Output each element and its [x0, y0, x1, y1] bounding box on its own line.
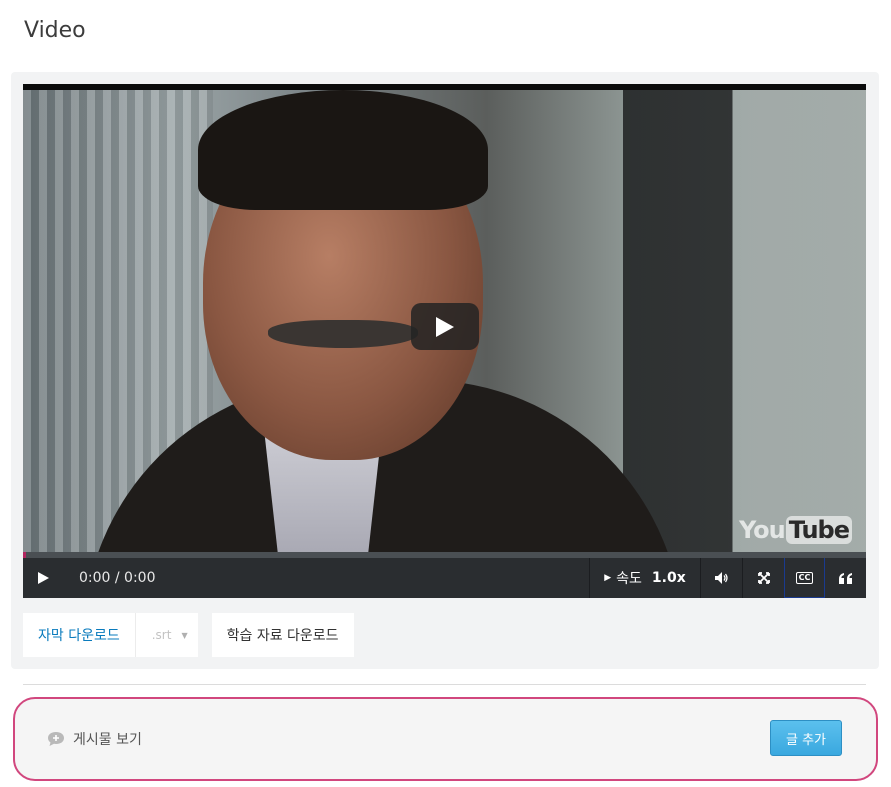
closed-captions-button[interactable]: CC	[784, 558, 825, 598]
comment-plus-icon	[48, 732, 64, 746]
big-play-button[interactable]	[411, 303, 479, 350]
speed-label: 속도	[616, 571, 642, 587]
section-divider	[23, 684, 866, 685]
download-handouts-button[interactable]: 학습 자료 다운로드	[211, 613, 354, 657]
cc-icon: CC	[795, 571, 814, 584]
caret-right-icon: ▶	[604, 573, 612, 583]
video-player: You Tube 0:00 / 0:00 ▶ 속도 1.0x CC	[23, 84, 866, 598]
fullscreen-icon	[757, 572, 770, 584]
caret-down-icon: ▼	[181, 630, 188, 640]
play-pause-button[interactable]	[23, 558, 63, 598]
transcript-toggle-button[interactable]	[825, 558, 866, 598]
discussion-module: 게시물 보기 글 추가	[13, 697, 878, 781]
time-display: 0:00 / 0:00	[79, 570, 156, 586]
speaker-hair	[198, 90, 488, 210]
speed-value: 1.0x	[651, 570, 686, 586]
show-posts-link[interactable]: 게시물 보기	[47, 729, 142, 749]
video-controls: 0:00 / 0:00 ▶ 속도 1.0x CC	[23, 558, 866, 598]
add-post-button[interactable]: 글 추가	[770, 720, 842, 756]
transcript-format-value: .srt	[151, 628, 172, 642]
video-frame[interactable]: You Tube	[23, 90, 866, 552]
show-posts-label: 게시물 보기	[73, 732, 142, 748]
page-title: Video	[24, 18, 86, 43]
volume-button[interactable]	[701, 558, 742, 598]
volume-icon	[714, 572, 728, 584]
fullscreen-button[interactable]	[743, 558, 784, 598]
play-icon	[37, 572, 49, 584]
speaker-mustache	[268, 320, 418, 348]
youtube-logo-you: You	[738, 516, 786, 544]
quote-icon	[838, 572, 852, 584]
download-toolbar: 자막 다운로드 .srt ▼ 학습 자료 다운로드	[23, 613, 354, 657]
frame-wall	[623, 90, 866, 552]
transcript-format-select[interactable]: .srt ▼	[134, 613, 198, 657]
speed-control[interactable]: ▶ 속도 1.0x	[590, 558, 700, 598]
youtube-logo: You Tube	[739, 516, 852, 544]
download-transcript-button[interactable]: 자막 다운로드	[23, 613, 135, 657]
play-icon	[436, 316, 454, 337]
youtube-logo-tube: Tube	[785, 516, 852, 544]
